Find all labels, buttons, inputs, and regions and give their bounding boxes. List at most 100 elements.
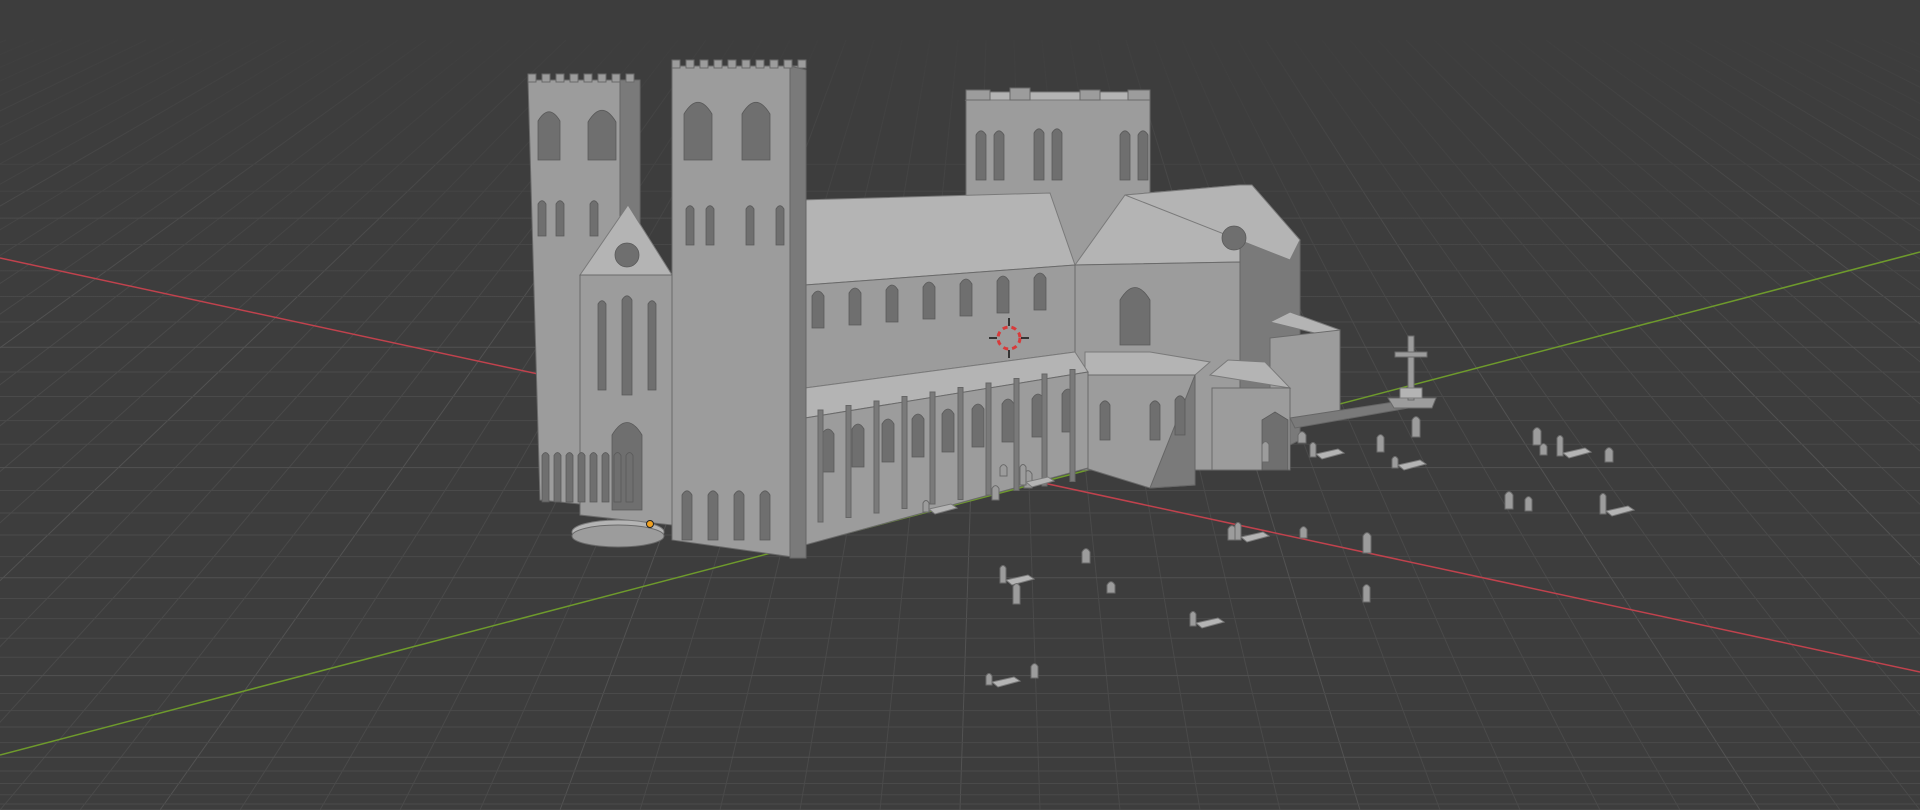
gravestone[interactable] — [1081, 548, 1091, 564]
gravestone[interactable] — [991, 485, 1000, 501]
origin-point-icon[interactable] — [646, 520, 654, 528]
buttress — [873, 400, 880, 514]
window — [537, 200, 547, 237]
window — [1137, 130, 1149, 181]
battlement — [685, 59, 695, 69]
window — [589, 452, 598, 503]
buttress — [845, 405, 852, 518]
gravestone[interactable] — [1411, 416, 1421, 438]
window — [922, 281, 936, 320]
gravestone[interactable] — [1376, 434, 1385, 453]
gravestone[interactable] — [1309, 442, 1346, 460]
window — [707, 490, 719, 541]
battlement — [783, 59, 793, 69]
window — [851, 423, 865, 468]
gravestone[interactable] — [999, 464, 1008, 477]
window — [885, 284, 899, 323]
battlement — [597, 73, 607, 83]
window — [587, 109, 617, 161]
porch — [1208, 359, 1292, 471]
window — [1051, 128, 1063, 181]
window — [577, 452, 586, 503]
window — [1001, 398, 1015, 443]
gravestone[interactable] — [1539, 443, 1548, 456]
gravestone[interactable] — [1297, 431, 1307, 444]
window — [1033, 272, 1047, 311]
window — [1119, 130, 1131, 181]
window — [537, 111, 561, 161]
window — [625, 452, 634, 503]
window — [705, 205, 715, 246]
window — [601, 452, 610, 503]
battlement — [755, 59, 765, 69]
buttress — [929, 391, 936, 505]
battlement — [671, 59, 681, 69]
window — [941, 408, 955, 453]
buttress — [901, 396, 908, 509]
window — [911, 413, 925, 458]
gravestone[interactable] — [1012, 583, 1021, 605]
battlement — [527, 73, 537, 83]
3d-viewport[interactable] — [0, 0, 1920, 810]
window — [541, 452, 550, 503]
window — [685, 205, 695, 246]
window — [621, 295, 633, 396]
battlement — [583, 73, 593, 83]
gravestone[interactable] — [1106, 581, 1116, 594]
window — [775, 205, 785, 246]
gravestone[interactable] — [1299, 526, 1308, 539]
window — [683, 101, 713, 161]
gravestone[interactable] — [1556, 435, 1593, 459]
gravestone[interactable] — [1261, 441, 1270, 463]
gravestone[interactable] — [1504, 491, 1514, 510]
buttress — [957, 387, 964, 500]
window — [821, 428, 835, 473]
battlement — [741, 59, 751, 69]
battlement — [699, 59, 709, 69]
battlement — [569, 73, 579, 83]
battlement — [625, 73, 635, 83]
window — [565, 452, 574, 503]
window — [1119, 287, 1151, 346]
window — [1033, 128, 1045, 181]
buttress — [985, 382, 992, 496]
window — [555, 200, 565, 237]
buttress — [1041, 373, 1048, 487]
window — [993, 130, 1005, 181]
window — [597, 300, 607, 391]
gravestone[interactable] — [1189, 611, 1226, 629]
window — [589, 200, 599, 237]
window — [745, 205, 755, 246]
window — [971, 403, 985, 448]
buttress — [817, 409, 824, 523]
window — [733, 490, 745, 541]
window — [759, 490, 771, 541]
scene-canvas[interactable] — [0, 0, 1920, 810]
battlement — [541, 73, 551, 83]
gravestone[interactable] — [1532, 427, 1542, 446]
battlement — [555, 73, 565, 83]
battlement — [769, 59, 779, 69]
nave — [799, 192, 1089, 546]
gravestone[interactable] — [1604, 447, 1614, 463]
buttress — [1013, 378, 1020, 491]
window — [1149, 400, 1161, 441]
window — [681, 490, 693, 541]
window — [647, 300, 657, 391]
battlement — [797, 59, 807, 69]
gravestone[interactable] — [1030, 663, 1039, 679]
battlement — [611, 73, 621, 83]
window — [741, 101, 771, 161]
gravestone[interactable] — [1524, 496, 1533, 512]
window — [848, 287, 862, 326]
window — [996, 275, 1010, 314]
gravestone[interactable] — [1362, 584, 1371, 603]
window — [1099, 400, 1111, 441]
gravestone[interactable] — [1234, 522, 1271, 543]
window — [613, 452, 622, 503]
window — [975, 130, 987, 181]
gravestone[interactable] — [1362, 532, 1372, 554]
window — [553, 452, 562, 503]
battlement — [713, 59, 723, 69]
gravestone[interactable] — [999, 565, 1036, 586]
